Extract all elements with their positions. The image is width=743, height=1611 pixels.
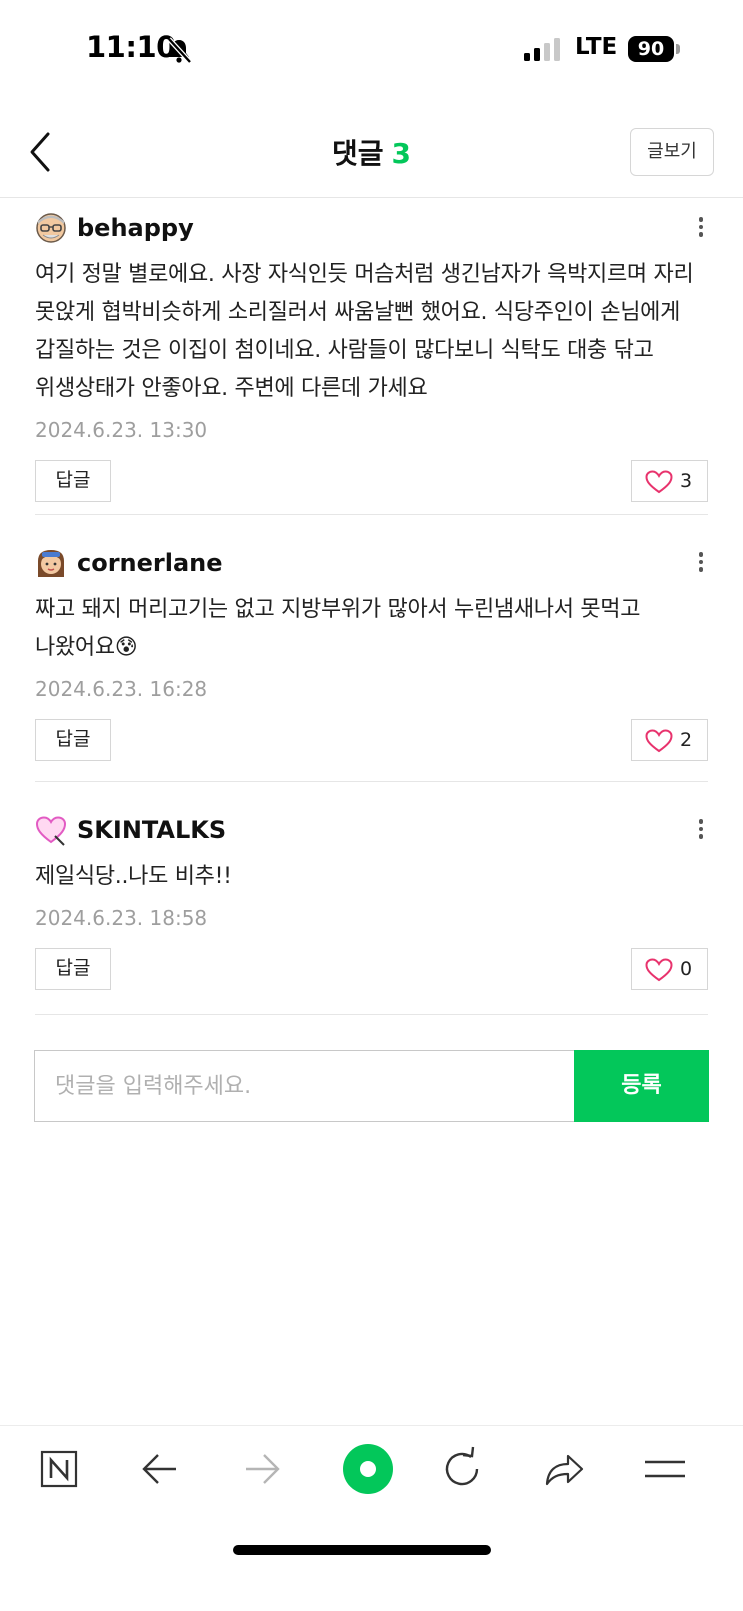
heart-avatar-icon — [35, 816, 67, 846]
like-count: 0 — [680, 958, 693, 980]
comment-author[interactable]: cornerlane — [77, 545, 223, 581]
like-button[interactable]: 0 — [631, 948, 708, 990]
comment-header: behappy — [35, 210, 708, 246]
comment-body: 짜고 돼지 머리고기는 없고 지방부위가 많아서 누린냄새나서 못먹고 나왔어요… — [35, 597, 641, 660]
like-count: 2 — [680, 729, 693, 751]
like-button[interactable]: 3 — [631, 460, 708, 502]
grandpa-avatar-icon — [36, 213, 66, 243]
more-options-icon[interactable] — [694, 549, 708, 577]
more-options-icon[interactable] — [694, 816, 708, 844]
comment-body: 제일식당..나도 비추!! — [35, 864, 232, 889]
more-options-icon[interactable] — [694, 214, 708, 242]
girl-avatar-icon — [38, 550, 64, 577]
heart-icon — [645, 729, 673, 753]
menu-icon[interactable] — [635, 1444, 695, 1494]
refresh-icon[interactable] — [432, 1444, 492, 1494]
comment-date: 2024.6.23. 13:30 — [35, 418, 208, 442]
back-arrow-icon[interactable] — [130, 1444, 190, 1494]
reply-button[interactable]: 답글 — [35, 719, 111, 761]
battery-icon: 90 — [628, 36, 674, 62]
comment-count: 3 — [391, 137, 411, 170]
like-button[interactable]: 2 — [631, 719, 708, 761]
submit-button[interactable]: 등록 — [574, 1050, 709, 1122]
status-time: 11:10 — [86, 30, 176, 64]
comment-body: 여기 정말 별로에요. 사장 자식인듯 머슴처럼 생긴남자가 윽박지르며 자리 … — [35, 262, 694, 401]
comment-date: 2024.6.23. 16:28 — [35, 677, 208, 701]
naver-home-icon[interactable] — [30, 1444, 90, 1494]
green-dot-icon[interactable] — [333, 1434, 403, 1504]
network-label: LTE — [575, 34, 618, 60]
comment-item: SKINTALKS 제일식당..나도 비추!! 2024.6.23. 18:58… — [35, 812, 708, 1015]
comment-form: 등록 — [34, 1050, 709, 1122]
heart-icon — [645, 958, 673, 982]
page-title-label: 댓글 — [331, 137, 384, 170]
forward-arrow-icon[interactable] — [232, 1444, 292, 1494]
home-indicator — [233, 1545, 491, 1555]
bottom-toolbar — [0, 1425, 743, 1611]
status-bar: 11:10 LTE 90 — [0, 0, 743, 100]
comment-header: SKINTALKS — [35, 812, 708, 848]
battery-tip — [676, 44, 680, 54]
comment-actions: 답글 0 — [35, 948, 708, 992]
reply-button[interactable]: 답글 — [35, 948, 111, 990]
comment-item: behappy 여기 정말 별로에요. 사장 자식인듯 머슴처럼 생긴남자가 윽… — [35, 210, 708, 515]
bell-slash-icon — [167, 37, 192, 64]
comment-actions: 답글 2 — [35, 719, 708, 763]
comment-actions: 답글 3 — [35, 460, 708, 504]
share-icon[interactable] — [534, 1444, 594, 1494]
heart-icon — [645, 470, 673, 494]
view-post-button[interactable]: 글보기 — [630, 128, 714, 176]
reply-button[interactable]: 답글 — [35, 460, 111, 502]
like-count: 3 — [680, 470, 693, 492]
comment-author[interactable]: SKINTALKS — [77, 812, 226, 848]
comment-date: 2024.6.23. 18:58 — [35, 906, 208, 930]
comment-author[interactable]: behappy — [77, 210, 194, 246]
comment-input[interactable] — [34, 1050, 574, 1122]
comment-header: cornerlane — [35, 545, 708, 581]
cellular-signal-icon — [524, 38, 560, 61]
comment-item: cornerlane 짜고 돼지 머리고기는 없고 지방부위가 많아서 누린냄새… — [35, 545, 708, 782]
header: 댓글 3 글보기 — [0, 112, 743, 198]
